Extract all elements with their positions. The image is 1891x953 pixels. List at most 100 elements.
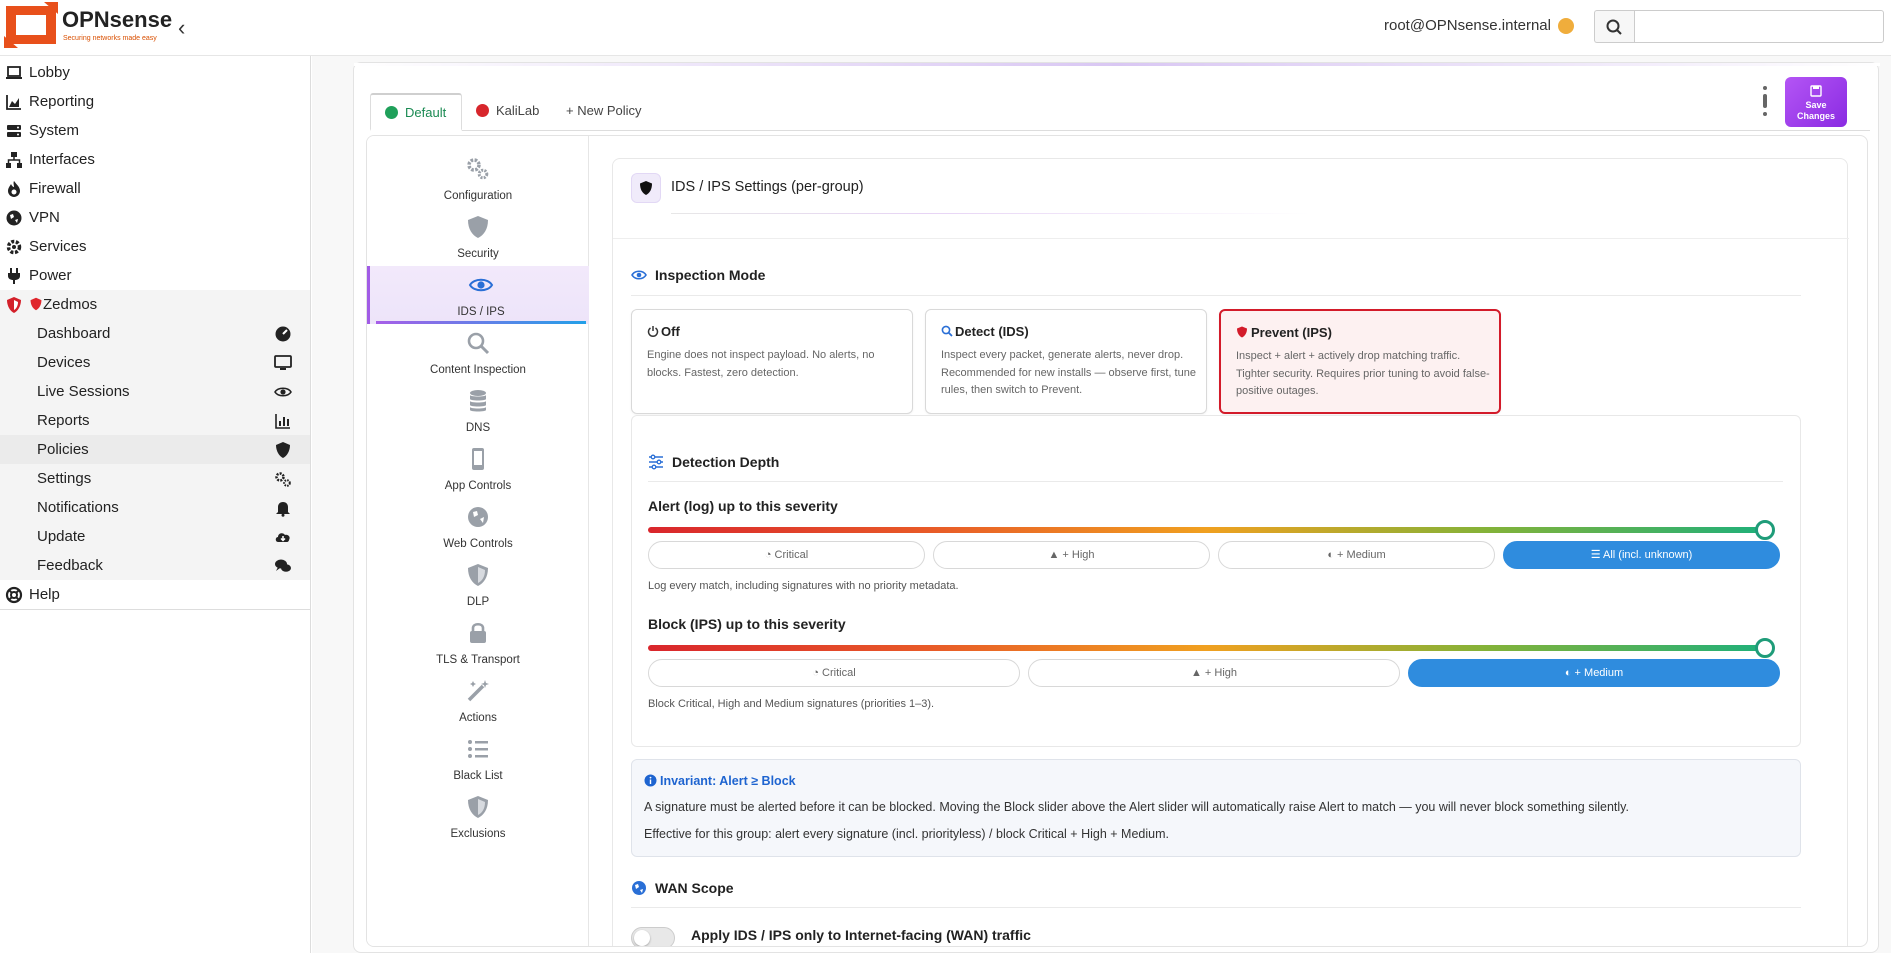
sidebar-subitem-policies[interactable]: Policies xyxy=(0,435,310,464)
nav-label: IDS / IPS xyxy=(457,306,505,318)
alert-option-critical[interactable]: ◔ Critical xyxy=(648,541,925,569)
mode-title-row: Off xyxy=(647,324,680,339)
x-circle-icon xyxy=(476,104,489,117)
save-label-1: Save xyxy=(1805,100,1827,110)
nav-web-controls[interactable]: Web Controls xyxy=(367,498,589,556)
block-option-critical[interactable]: ◔ Critical xyxy=(648,659,1020,687)
sidebar-item-label: Notifications xyxy=(37,499,119,516)
block-option-high[interactable]: ▲ + High xyxy=(1028,659,1400,687)
alert-option-high[interactable]: ▲ + High xyxy=(933,541,1210,569)
tab-kalilab[interactable]: KaliLab xyxy=(462,93,552,131)
sidebar-item-label: Policies xyxy=(37,441,89,458)
tab-label: Default xyxy=(405,105,447,120)
sidebar-subitem-settings[interactable]: Settings xyxy=(0,464,310,493)
sidebar-item-lobby[interactable]: Lobby xyxy=(0,58,310,87)
nav-actions[interactable]: Actions xyxy=(367,672,589,730)
sidebar-subitem-dashboard[interactable]: Dashboard xyxy=(0,319,310,348)
sidebar-item-interfaces[interactable]: Interfaces xyxy=(0,145,310,174)
sidebar-item-label: Reports xyxy=(37,412,90,429)
section-divider xyxy=(631,295,1801,296)
nav-exclusions[interactable]: Exclusions xyxy=(367,788,589,846)
wan-only-toggle[interactable] xyxy=(631,927,675,946)
mode-title-row: Prevent (IPS) xyxy=(1236,325,1332,340)
brand-name: OPNsense xyxy=(62,7,173,32)
user-label[interactable]: root@OPNsense.internal xyxy=(1384,17,1551,34)
sidebar-item-zedmos-wrap: Zedmos xyxy=(29,290,97,319)
option-label: Critical xyxy=(774,549,809,561)
sidebar-divider xyxy=(0,609,311,610)
opnsense-logo[interactable]: OPNsense Securing networks made easy xyxy=(4,2,172,48)
sidebar-item-reporting[interactable]: Reporting xyxy=(0,87,310,116)
alert-slider-label: Alert (log) up to this severity xyxy=(648,498,838,514)
server-icon xyxy=(7,125,21,137)
sidebar-subitem-live-sessions[interactable]: Live Sessions xyxy=(0,377,310,406)
policy-editor: Configuration Security IDS / IPS Content… xyxy=(366,135,1868,947)
settings-title: IDS / IPS Settings (per-group) xyxy=(671,179,864,195)
nav-security[interactable]: Security xyxy=(367,208,589,266)
nav-content-inspection[interactable]: Content Inspection xyxy=(367,324,589,382)
sidebar-subitem-update[interactable]: Update xyxy=(0,522,310,551)
nav-configuration[interactable]: Configuration xyxy=(367,150,589,208)
plug-icon xyxy=(8,268,20,284)
nav-app-controls[interactable]: App Controls xyxy=(367,440,589,498)
alert-option-all[interactable]: ☰ All (incl. unknown) xyxy=(1503,541,1780,569)
sidebar-item-firewall[interactable]: Firewall xyxy=(0,174,310,203)
status-dot-icon[interactable] xyxy=(1558,18,1574,34)
wan-scope-heading: WAN Scope xyxy=(655,880,734,896)
mode-prevent-card[interactable]: Prevent (IPS) Inspect + alert + actively… xyxy=(1219,309,1501,414)
eye-icon xyxy=(468,278,494,292)
sidebar-item-help[interactable]: Help xyxy=(0,580,310,609)
kebab-menu-icon[interactable] xyxy=(1762,85,1768,117)
alert-option-medium[interactable]: ◐ + Medium xyxy=(1218,541,1495,569)
invariant-note: Invariant: Alert ≥ Block A signature mus… xyxy=(631,759,1801,857)
nav-black-list[interactable]: Black List xyxy=(367,730,589,788)
sidebar-subitem-devices[interactable]: Devices xyxy=(0,348,310,377)
alert-slider-track[interactable] xyxy=(648,527,1765,533)
nav-ids-ips[interactable]: IDS / IPS xyxy=(367,266,589,324)
block-option-medium[interactable]: ◐ + Medium xyxy=(1408,659,1780,687)
sidebar-subitem-feedback[interactable]: Feedback xyxy=(0,551,310,580)
sidebar-item-label: Interfaces xyxy=(29,151,95,168)
block-slider-handle[interactable] xyxy=(1755,638,1775,658)
sidebar-item-power[interactable]: Power xyxy=(0,261,310,290)
nav-label: DNS xyxy=(465,422,491,434)
sidebar-item-system[interactable]: System xyxy=(0,116,310,145)
sidebar-item-zedmos[interactable]: Zedmos xyxy=(0,290,310,319)
list-icon: ☰ xyxy=(1590,549,1601,561)
nav-tls-transport[interactable]: TLS & Transport xyxy=(367,614,589,672)
sidebar-item-services[interactable]: Services xyxy=(0,232,310,261)
nav-label: Web Controls xyxy=(443,538,513,550)
search-button[interactable] xyxy=(1594,10,1634,43)
search-input[interactable] xyxy=(1634,10,1884,43)
sidebar-item-label: Feedback xyxy=(37,557,103,574)
tab-default[interactable]: Default xyxy=(370,93,462,131)
ids-ips-settings: IDS / IPS Settings (per-group) Inspectio… xyxy=(612,158,1849,946)
sidebar-item-label: Dashboard xyxy=(37,325,111,342)
sidebar-item-vpn[interactable]: VPN xyxy=(0,203,310,232)
nav-dns[interactable]: DNS xyxy=(367,382,589,440)
note-title-row: Invariant: Alert ≥ Block xyxy=(644,774,796,788)
section-divider xyxy=(648,481,1783,482)
alert-slider-handle[interactable] xyxy=(1755,520,1775,540)
sidebar-item-label: Settings xyxy=(37,470,92,487)
block-slider-label: Block (IPS) up to this severity xyxy=(648,616,846,632)
title-underline xyxy=(671,213,1311,214)
save-changes-button[interactable]: Save Changes xyxy=(1785,77,1847,127)
option-label: + High xyxy=(1204,667,1238,679)
nav-label: TLS & Transport xyxy=(436,654,520,666)
collapse-sidebar-icon[interactable]: ‹ xyxy=(178,15,185,41)
top-bar: OPNsense Securing networks made easy ‹ r… xyxy=(0,0,1891,56)
search-icon xyxy=(941,325,953,337)
mode-detect-card[interactable]: Detect (IDS) Inspect every packet, gener… xyxy=(925,309,1207,414)
sidebar-nav: Lobby Reporting System Interfaces Firewa… xyxy=(0,58,310,609)
sidebar-subitem-notifications[interactable]: Notifications xyxy=(0,493,310,522)
shield-icon xyxy=(640,181,652,195)
tab-new-policy[interactable]: + New Policy xyxy=(552,93,662,131)
half-circle-icon: ◐ xyxy=(1564,667,1572,679)
block-slider-track[interactable] xyxy=(648,645,1765,651)
detection-depth-card: Detection Depth Alert (log) up to this s… xyxy=(631,415,1801,747)
mode-off-card[interactable]: Off Engine does not inspect payload. No … xyxy=(631,309,913,414)
nav-dlp[interactable]: DLP xyxy=(367,556,589,614)
sidebar-item-label: Help xyxy=(29,586,60,603)
sidebar-subitem-reports[interactable]: Reports xyxy=(0,406,310,435)
